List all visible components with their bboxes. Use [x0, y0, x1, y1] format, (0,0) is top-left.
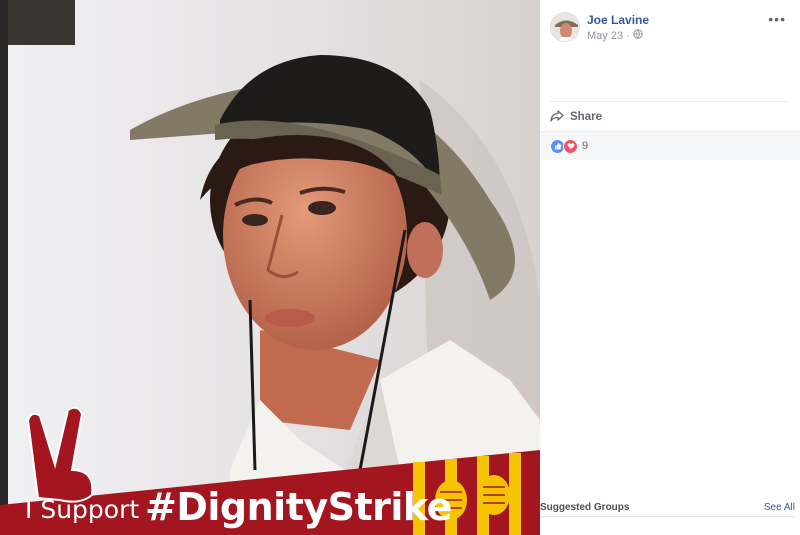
- reaction-count[interactable]: 9: [582, 140, 588, 152]
- divider: [540, 516, 795, 517]
- post-photo[interactable]: I Support #DignityStrike: [0, 0, 540, 535]
- post-header: Joe Lavine May 23 · •••: [540, 0, 800, 60]
- post-date[interactable]: May 23: [587, 30, 623, 42]
- photo-illustration: [0, 0, 540, 535]
- more-options-icon[interactable]: •••: [768, 11, 786, 27]
- share-label: Share: [570, 111, 602, 123]
- meta-separator: ·: [626, 29, 630, 42]
- post-side-panel: Joe Lavine May 23 · ••• Share 9 Suggeste…: [540, 0, 800, 535]
- share-arrow-icon: [550, 109, 564, 125]
- suggested-groups-title: Suggested Groups: [540, 501, 630, 513]
- post-meta: May 23 ·: [587, 29, 643, 42]
- globe-icon[interactable]: [632, 29, 643, 42]
- author-name[interactable]: Joe Lavine: [587, 13, 649, 27]
- avatar[interactable]: [550, 12, 580, 42]
- see-all-link[interactable]: See All: [764, 502, 795, 513]
- share-button[interactable]: Share: [550, 108, 602, 126]
- suggested-groups-header: Suggested Groups See All: [540, 498, 800, 516]
- divider: [550, 101, 788, 102]
- love-icon[interactable]: [563, 138, 578, 154]
- reactions-bar: 9: [540, 131, 800, 160]
